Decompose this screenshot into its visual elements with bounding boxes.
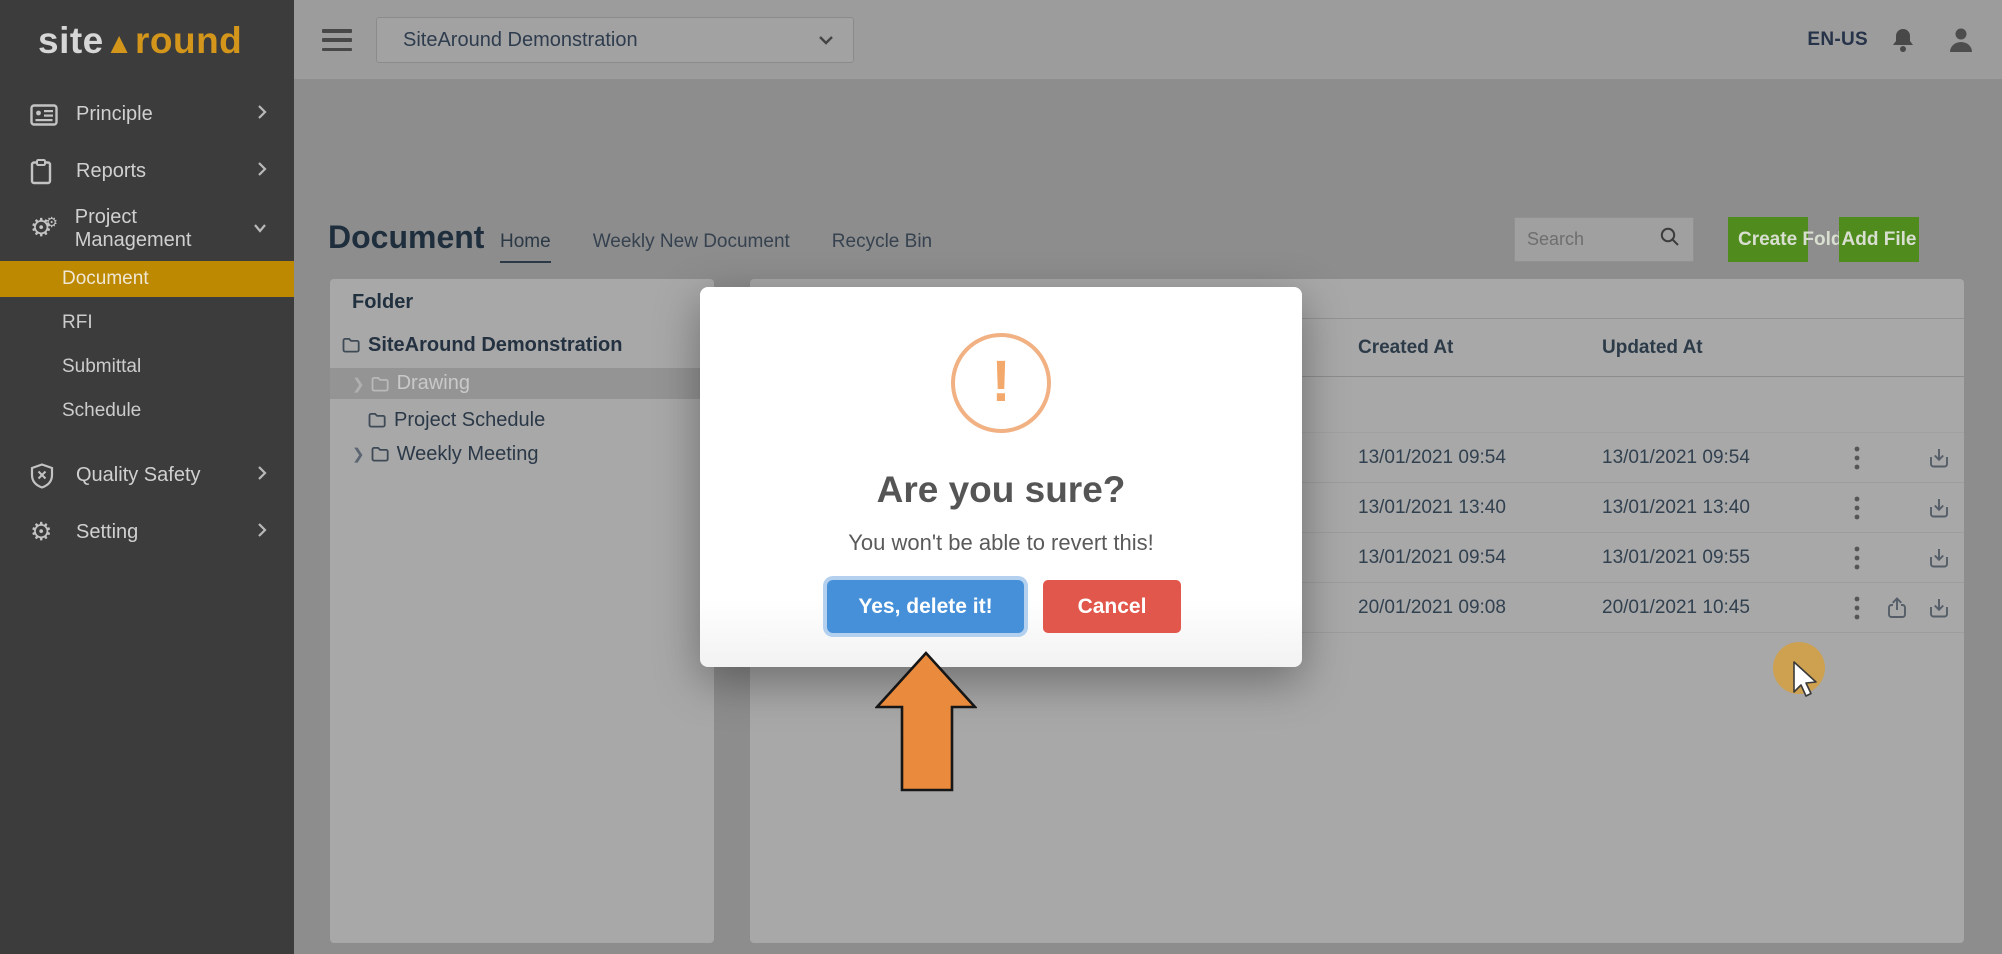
download-icon[interactable]	[1926, 545, 1952, 571]
folder-tree-item-weekly-meeting[interactable]: ❯ Weekly Meeting	[330, 437, 714, 471]
folder-tree-item-label: Weekly Meeting	[397, 443, 539, 466]
chevron-right-icon[interactable]: ❯	[352, 445, 365, 463]
chevron-down-icon	[252, 217, 268, 240]
sidebar-subitem-document[interactable]: Document	[0, 261, 294, 297]
kebab-menu-icon[interactable]	[1854, 495, 1860, 521]
sidebar-subitem-label: Document	[62, 268, 149, 290]
sidebar-item-label: Quality Safety	[76, 464, 201, 487]
sidebar-item-quality-safety[interactable]: Quality Safety	[0, 447, 294, 504]
kebab-menu-icon[interactable]	[1854, 445, 1860, 471]
app-window: site▲round Principle Reports ⚙⚙ Project …	[0, 0, 2002, 954]
download-icon[interactable]	[1926, 445, 1952, 471]
chevron-right-icon[interactable]: ❯	[352, 375, 365, 393]
add-file-button[interactable]: Add File	[1839, 217, 1919, 262]
folder-tree-root-label: SiteAround Demonstration	[368, 334, 622, 357]
search-button[interactable]	[1646, 217, 1694, 262]
cell-updated-at: 13/01/2021 13:40	[1602, 497, 1840, 519]
folder-icon	[371, 446, 389, 462]
folder-tree-item-project-schedule[interactable]: Project Schedule	[330, 403, 714, 437]
folder-tree-root[interactable]: SiteAround Demonstration	[330, 328, 714, 362]
confirm-delete-button[interactable]: Yes, delete it!	[827, 580, 1024, 633]
logo-arrow-icon: ▲	[104, 28, 135, 60]
folder-tree-item-drawing[interactable]: ❯ Drawing	[330, 368, 714, 399]
locale-selector[interactable]: EN-US	[1807, 29, 1868, 51]
warning-icon: !	[951, 333, 1051, 433]
kebab-menu-icon[interactable]	[1854, 595, 1860, 621]
hamburger-menu-icon[interactable]	[322, 29, 352, 51]
page-title: Document	[328, 219, 484, 256]
chevron-right-icon	[256, 464, 268, 488]
topbar: SiteAround Demonstration EN-US	[294, 0, 2002, 80]
sidebar: site▲round Principle Reports ⚙⚙ Project …	[0, 0, 294, 954]
cell-created-at: 13/01/2021 09:54	[1358, 447, 1602, 469]
chevron-right-icon	[256, 521, 268, 545]
sidebar-item-label: Setting	[76, 521, 138, 544]
sidebar-item-label: Reports	[76, 160, 146, 183]
notifications-bell-icon[interactable]	[1890, 26, 1916, 54]
folder-panel: Folder SiteAround Demonstration ❯ Drawin…	[330, 279, 714, 943]
chevron-right-icon	[256, 103, 268, 127]
sidebar-item-setting[interactable]: ⚙ Setting	[0, 504, 294, 561]
sidebar-item-label: Principle	[76, 103, 153, 126]
cell-updated-at: 13/01/2021 09:55	[1602, 547, 1840, 569]
dialog-title: Are you sure?	[700, 469, 1302, 511]
shield-x-icon	[30, 463, 62, 489]
search-icon	[1659, 226, 1681, 253]
mouse-cursor	[1770, 640, 1832, 707]
cell-created-at: 20/01/2021 09:08	[1358, 597, 1602, 619]
page-tabs: Home Weekly New Document Recycle Bin	[500, 231, 932, 263]
id-card-icon	[30, 102, 62, 128]
user-account-icon[interactable]	[1946, 25, 1976, 55]
sidebar-item-principle[interactable]: Principle	[0, 86, 294, 143]
folder-icon	[342, 337, 360, 353]
dialog-message: You won't be able to revert this!	[700, 530, 1302, 556]
share-icon[interactable]	[1884, 595, 1910, 621]
folder-icon	[368, 412, 386, 428]
folder-tree-item-label: Project Schedule	[394, 409, 545, 432]
sidebar-item-reports[interactable]: Reports	[0, 143, 294, 200]
tab-recycle-bin[interactable]: Recycle Bin	[832, 231, 932, 263]
download-icon[interactable]	[1926, 595, 1952, 621]
sidebar-subitem-schedule[interactable]: Schedule	[0, 389, 294, 433]
sidebar-item-label: Project Management	[75, 206, 252, 252]
logo-text-site: site	[38, 20, 104, 61]
cancel-button[interactable]: Cancel	[1043, 580, 1181, 633]
folder-panel-title: Folder	[330, 279, 714, 314]
sidebar-subitem-submittal[interactable]: Submittal	[0, 345, 294, 389]
gear-icon: ⚙	[30, 520, 62, 546]
chevron-right-icon	[256, 160, 268, 184]
create-folder-button[interactable]: Create Folder	[1728, 217, 1808, 262]
sidebar-item-project-management[interactable]: ⚙⚙ Project Management	[0, 200, 294, 257]
cell-created-at: 13/01/2021 09:54	[1358, 547, 1602, 569]
tab-weekly-new-document[interactable]: Weekly New Document	[593, 231, 790, 263]
folder-icon	[371, 376, 389, 392]
cell-created-at: 13/01/2021 13:40	[1358, 497, 1602, 519]
sidebar-subitem-rfi[interactable]: RFI	[0, 301, 294, 345]
project-selector-value: SiteAround Demonstration	[403, 29, 638, 52]
column-header-updated-at: Updated At	[1602, 337, 1840, 359]
clipboard-icon	[30, 159, 62, 185]
logo-text-round: round	[135, 20, 242, 61]
siteround-logo: site▲round	[0, 0, 294, 62]
annotation-up-arrow-icon	[875, 650, 977, 797]
sidebar-subitem-label: Submittal	[62, 356, 141, 378]
search-input[interactable]	[1514, 217, 1646, 262]
project-selector-dropdown[interactable]: SiteAround Demonstration	[376, 17, 854, 63]
cell-updated-at: 20/01/2021 10:45	[1602, 597, 1840, 619]
sidebar-subitem-label: Schedule	[62, 400, 141, 422]
cell-updated-at: 13/01/2021 09:54	[1602, 447, 1840, 469]
folder-tree-item-label: Drawing	[397, 372, 470, 395]
column-header-created-at: Created At	[1358, 337, 1602, 359]
sidebar-subitem-label: RFI	[62, 312, 93, 334]
gears-icon: ⚙⚙	[30, 216, 61, 242]
warning-exclamation: !	[991, 348, 1010, 415]
kebab-menu-icon[interactable]	[1854, 545, 1860, 571]
chevron-down-icon	[817, 29, 835, 52]
confirm-delete-dialog: ! Are you sure? You won't be able to rev…	[700, 287, 1302, 667]
tab-home[interactable]: Home	[500, 231, 551, 263]
download-icon[interactable]	[1926, 495, 1952, 521]
